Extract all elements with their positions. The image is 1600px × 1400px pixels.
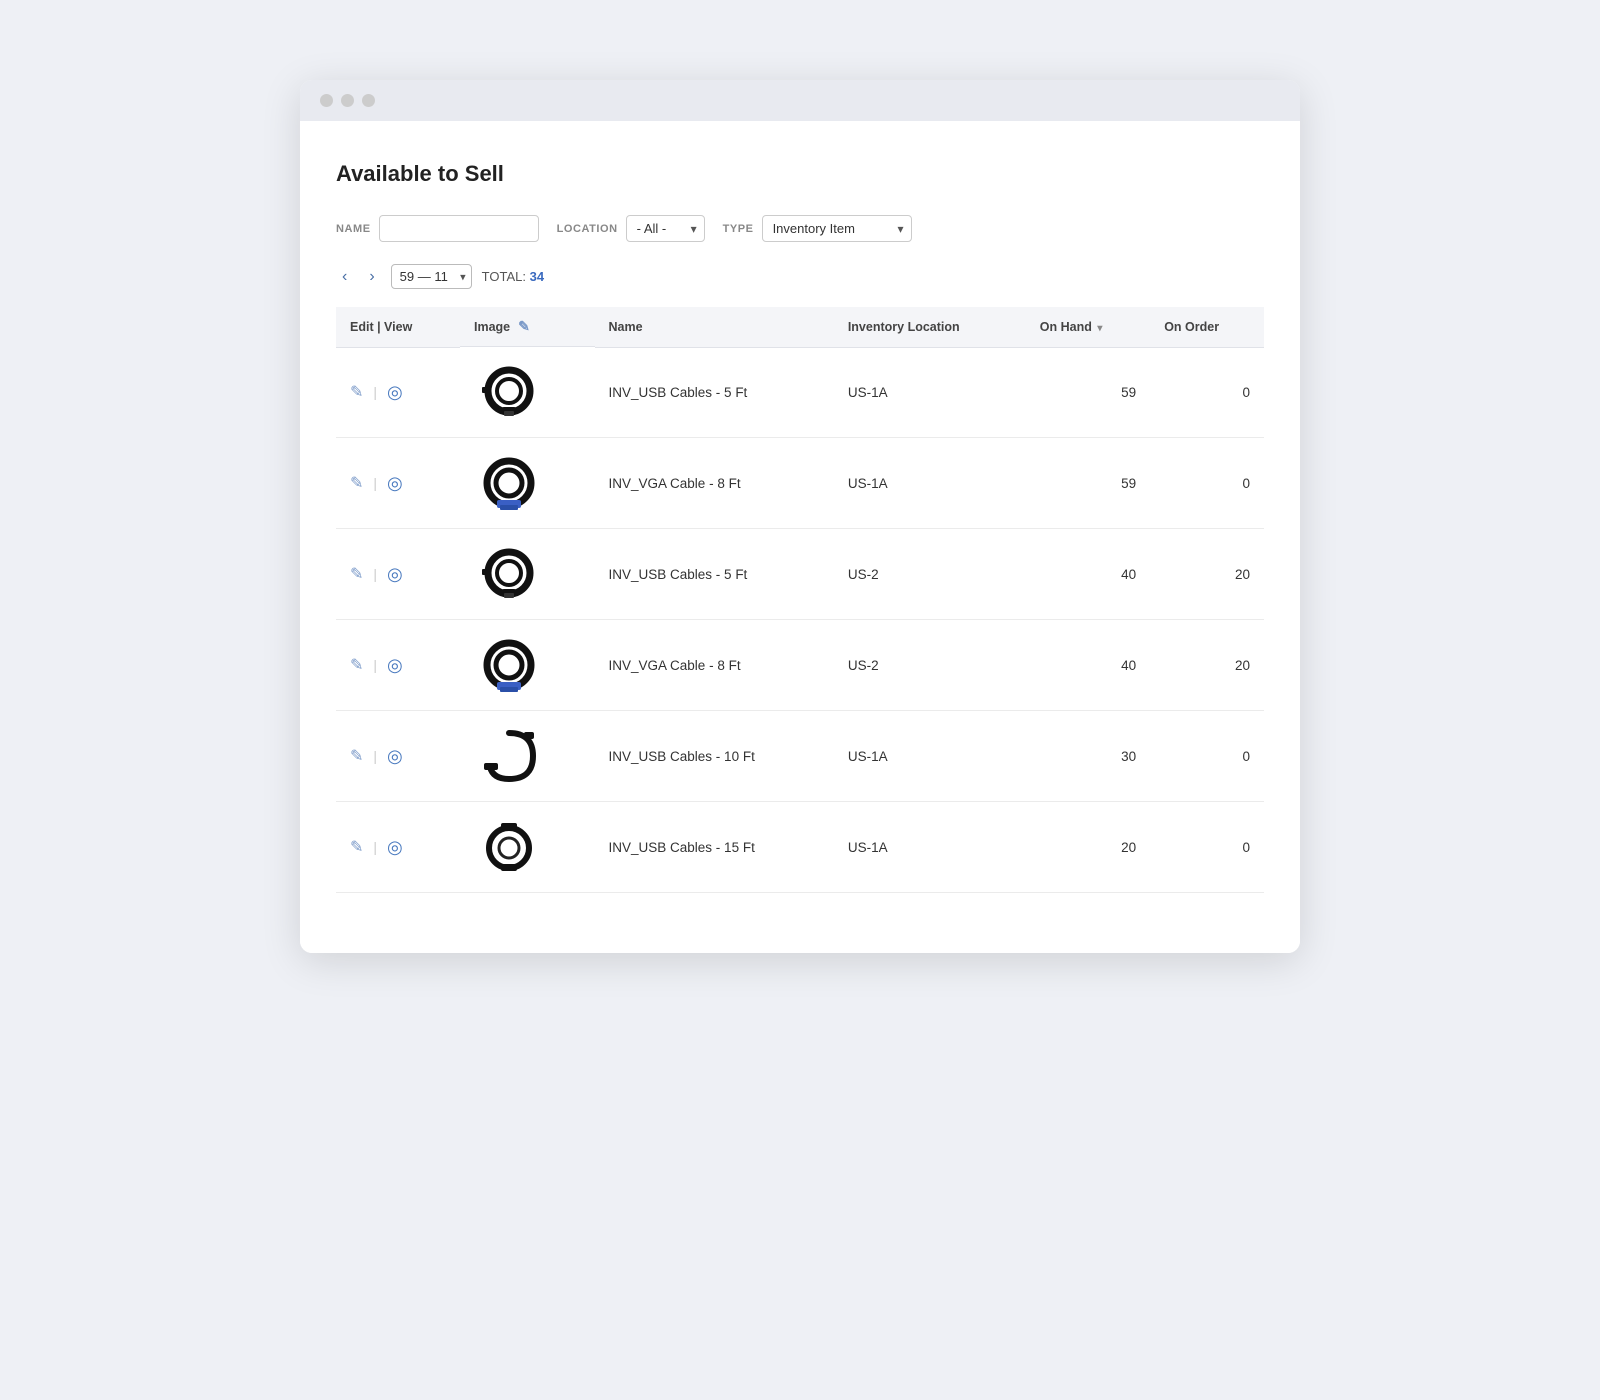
browser-chrome	[300, 80, 1300, 121]
on-order-cell-4: 0	[1150, 711, 1264, 802]
cable-image-1	[474, 448, 544, 518]
table-row: ✎ | ◎ INV_USB Cables - 10 Ft US-1A 30 0	[336, 711, 1264, 802]
edit-icon-4[interactable]: ✎	[350, 746, 363, 766]
page-range-select[interactable]: 59 — 11	[391, 264, 472, 289]
on-hand-sort-icon: ▾	[1097, 323, 1102, 334]
edit-icon-2[interactable]: ✎	[350, 564, 363, 584]
edit-icon-3[interactable]: ✎	[350, 655, 363, 675]
on-hand-cell-3: 40	[1026, 620, 1150, 711]
edit-icon-0[interactable]: ✎	[350, 382, 363, 402]
total-label: TOTAL: 34	[482, 269, 544, 284]
name-cell-5: INV_USB Cables - 15 Ft	[595, 802, 834, 893]
action-cell-2: ✎ | ◎	[336, 529, 460, 620]
window-dot-2	[341, 94, 354, 107]
page-range-wrapper: 59 — 11	[391, 264, 472, 289]
location-cell-0: US-1A	[834, 347, 1026, 438]
pagination-bar: ‹ › 59 — 11 TOTAL: 34	[336, 264, 1264, 289]
location-cell-1: US-1A	[834, 438, 1026, 529]
edit-icon-1[interactable]: ✎	[350, 473, 363, 493]
table-row: ✎ | ◎ INV_VGA Cable - 8 Ft US-1A 59 0	[336, 438, 1264, 529]
col-on-hand[interactable]: On Hand ▾	[1026, 307, 1150, 347]
on-order-cell-0: 0	[1150, 347, 1264, 438]
on-hand-cell-1: 59	[1026, 438, 1150, 529]
name-cell-0: INV_USB Cables - 5 Ft	[595, 347, 834, 438]
action-cell-1: ✎ | ◎	[336, 438, 460, 529]
name-filter-input[interactable]	[379, 215, 539, 242]
filter-bar: NAME LOCATION - All - US-1A US-2 TYPE	[336, 215, 1264, 242]
image-cell-4	[460, 711, 595, 802]
image-cell-0	[460, 347, 595, 438]
name-filter-label: NAME	[336, 223, 371, 235]
filter-group-name: NAME	[336, 215, 539, 242]
table-header-row: Edit | View Image ✎ Name Inventory Locat…	[336, 307, 1264, 347]
location-cell-5: US-1A	[834, 802, 1026, 893]
name-cell-3: INV_VGA Cable - 8 Ft	[595, 620, 834, 711]
prev-page-button[interactable]: ‹	[336, 266, 353, 288]
on-order-cell-5: 0	[1150, 802, 1264, 893]
location-select-wrapper: - All - US-1A US-2	[626, 215, 705, 242]
action-cell-0: ✎ | ◎	[336, 347, 460, 438]
table-row: ✎ | ◎ INV_USB Cables - 5 Ft US-2 40 20	[336, 529, 1264, 620]
view-icon-4[interactable]: ◎	[387, 746, 403, 767]
on-hand-cell-5: 20	[1026, 802, 1150, 893]
action-cell-3: ✎ | ◎	[336, 620, 460, 711]
col-image: Image ✎	[460, 307, 595, 347]
view-icon-1[interactable]: ◎	[387, 473, 403, 494]
cable-image-4	[474, 721, 544, 791]
view-icon-0[interactable]: ◎	[387, 382, 403, 403]
next-page-button[interactable]: ›	[363, 266, 380, 288]
cable-image-2	[474, 539, 544, 609]
image-edit-icon[interactable]: ✎	[518, 318, 530, 335]
col-on-order: On Order	[1150, 307, 1264, 347]
filter-group-location: LOCATION - All - US-1A US-2	[557, 215, 705, 242]
view-icon-3[interactable]: ◎	[387, 655, 403, 676]
edit-icon-5[interactable]: ✎	[350, 837, 363, 857]
col-name: Name	[595, 307, 834, 347]
total-count: 34	[530, 269, 544, 284]
on-hand-cell-4: 30	[1026, 711, 1150, 802]
type-filter-select[interactable]: Inventory Item Service Non-Inventory	[762, 215, 912, 242]
image-cell-3	[460, 620, 595, 711]
cable-image-0	[474, 357, 544, 427]
on-order-cell-2: 20	[1150, 529, 1264, 620]
on-order-cell-1: 0	[1150, 438, 1264, 529]
table-row: ✎ | ◎ INV_VGA Cable - 8 Ft US-2 40 20	[336, 620, 1264, 711]
table-row: ✎ | ◎ INV_USB Cables - 5 Ft US-1A 59 0	[336, 347, 1264, 438]
view-icon-2[interactable]: ◎	[387, 564, 403, 585]
type-select-wrapper: Inventory Item Service Non-Inventory	[762, 215, 912, 242]
name-cell-2: INV_USB Cables - 5 Ft	[595, 529, 834, 620]
col-edit-view: Edit | View	[336, 307, 460, 347]
location-cell-3: US-2	[834, 620, 1026, 711]
location-cell-4: US-1A	[834, 711, 1026, 802]
location-filter-select[interactable]: - All - US-1A US-2	[626, 215, 705, 242]
type-filter-label: TYPE	[723, 223, 754, 235]
on-order-cell-3: 20	[1150, 620, 1264, 711]
image-cell-1	[460, 438, 595, 529]
view-icon-5[interactable]: ◎	[387, 837, 403, 858]
action-cell-4: ✎ | ◎	[336, 711, 460, 802]
image-cell-5	[460, 802, 595, 893]
name-cell-4: INV_USB Cables - 10 Ft	[595, 711, 834, 802]
page-content: Available to Sell NAME LOCATION - All - …	[300, 121, 1300, 953]
col-inventory-location: Inventory Location	[834, 307, 1026, 347]
filter-group-type: TYPE Inventory Item Service Non-Inventor…	[723, 215, 912, 242]
image-cell-2	[460, 529, 595, 620]
table-row: ✎ | ◎ INV_USB Cables - 15 Ft US-1A 20 0	[336, 802, 1264, 893]
browser-window: Available to Sell NAME LOCATION - All - …	[300, 80, 1300, 953]
cable-image-3	[474, 630, 544, 700]
inventory-table: Edit | View Image ✎ Name Inventory Locat…	[336, 307, 1264, 893]
window-dot-1	[320, 94, 333, 107]
window-dot-3	[362, 94, 375, 107]
location-filter-label: LOCATION	[557, 223, 618, 235]
location-cell-2: US-2	[834, 529, 1026, 620]
action-cell-5: ✎ | ◎	[336, 802, 460, 893]
name-cell-1: INV_VGA Cable - 8 Ft	[595, 438, 834, 529]
on-hand-cell-0: 59	[1026, 347, 1150, 438]
table-header: Edit | View Image ✎ Name Inventory Locat…	[336, 307, 1264, 347]
cable-image-5	[474, 812, 544, 882]
on-hand-cell-2: 40	[1026, 529, 1150, 620]
table-body: ✎ | ◎ INV_USB Cables - 5 Ft US-1A 59 0	[336, 347, 1264, 893]
page-title: Available to Sell	[336, 161, 1264, 187]
